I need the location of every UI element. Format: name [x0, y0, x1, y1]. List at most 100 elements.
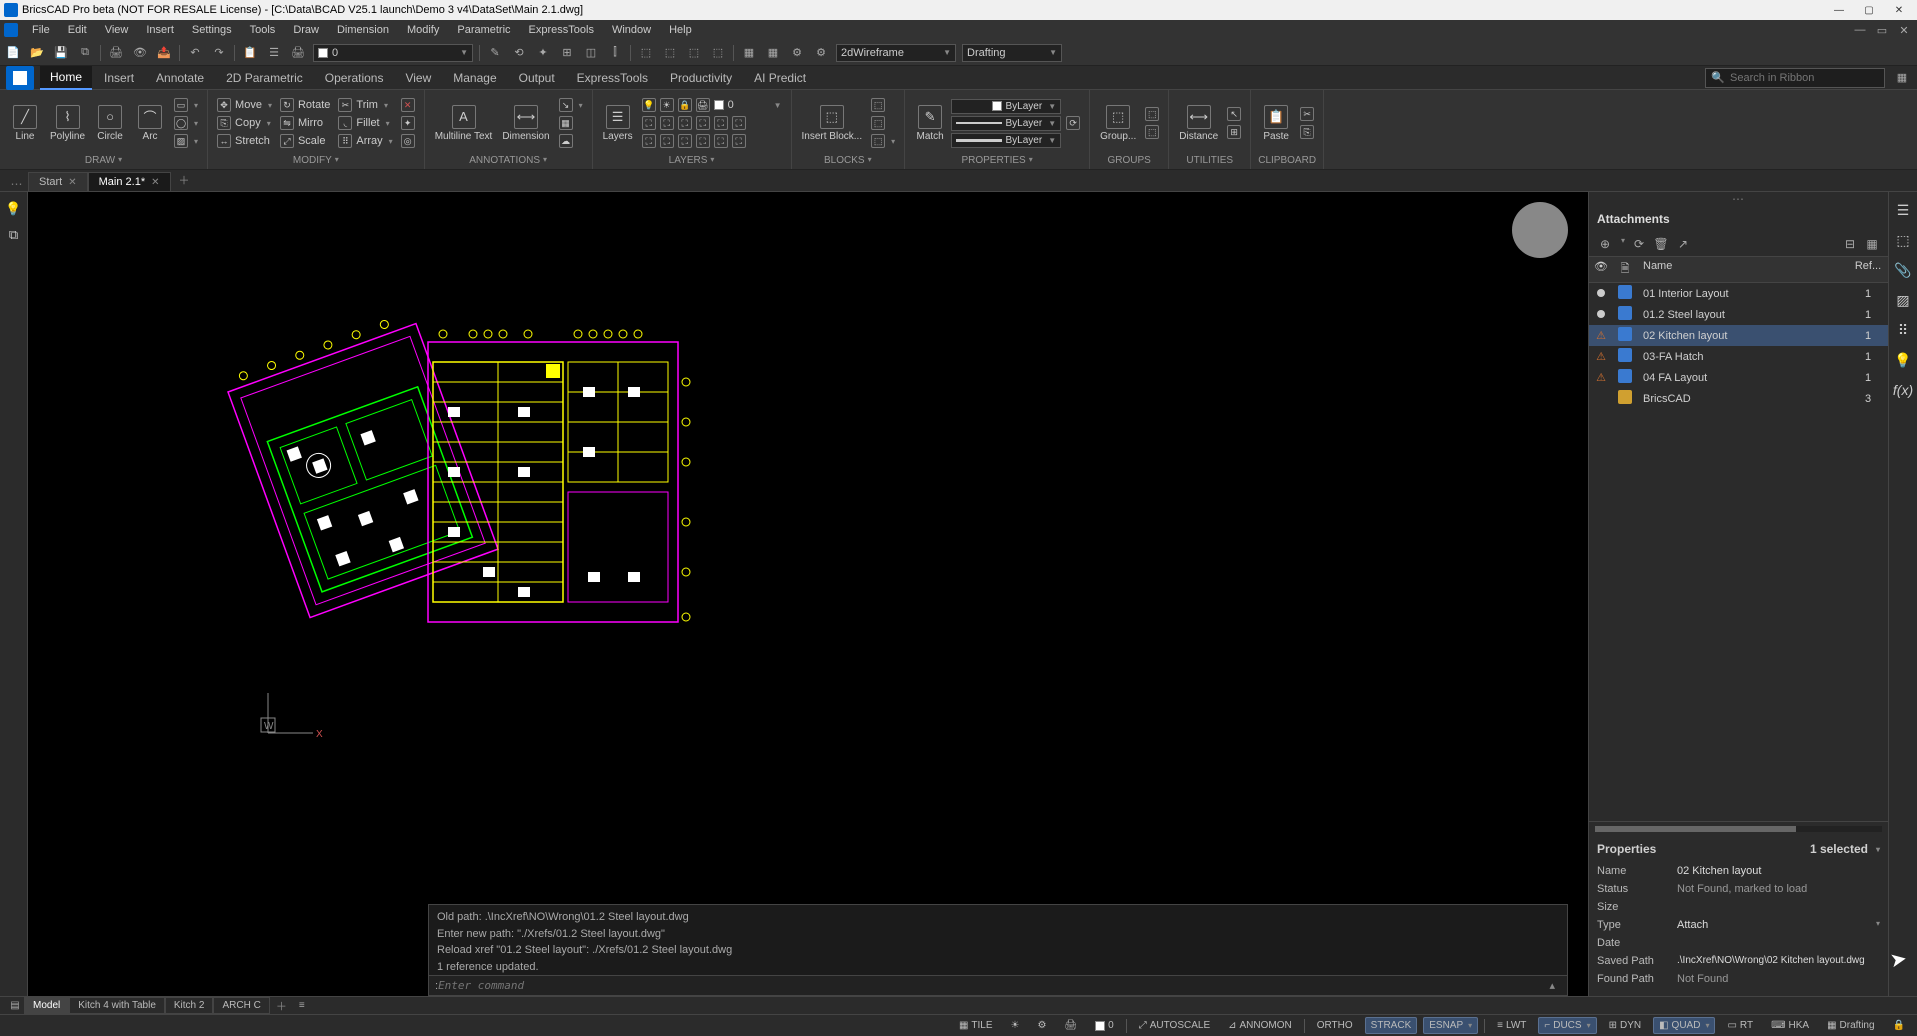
- layer-t2-icon[interactable]: ⛶: [660, 116, 674, 130]
- tips-icon[interactable]: 💡: [5, 200, 23, 218]
- move-button[interactable]: ✥Move▾: [214, 97, 275, 113]
- doctab-main[interactable]: Main 2.1*✕: [88, 172, 171, 191]
- rotate-button[interactable]: ↻Rotate: [277, 97, 333, 113]
- save-icon[interactable]: 💾: [52, 44, 70, 62]
- leader-button[interactable]: ↘▾: [556, 97, 586, 113]
- menu-draw[interactable]: Draw: [285, 22, 327, 38]
- block-t3[interactable]: ⬚▾: [868, 133, 898, 149]
- layout-model[interactable]: Model: [24, 997, 69, 1014]
- block-t1[interactable]: ⬚: [868, 97, 898, 113]
- panels-icon[interactable]: ☰: [1893, 200, 1913, 220]
- table2-icon[interactable]: ▦: [764, 44, 782, 62]
- menu-settings[interactable]: Settings: [184, 22, 240, 38]
- tab-manage[interactable]: Manage: [443, 67, 506, 89]
- group-t1[interactable]: ⬚: [1142, 106, 1162, 122]
- prop-name-value[interactable]: 02 Kitchen layout: [1677, 865, 1880, 877]
- app-menu-icon[interactable]: [4, 23, 18, 37]
- menu-edit[interactable]: Edit: [60, 22, 95, 38]
- attach-reload-icon[interactable]: ⟳: [1631, 236, 1647, 252]
- cube2-icon[interactable]: ⬚: [661, 44, 679, 62]
- drag-handle-icon[interactable]: ⋯: [11, 177, 24, 191]
- scale-button[interactable]: ⤢Scale: [277, 133, 333, 149]
- attachment-row[interactable]: 01.2 Steel layout1: [1589, 304, 1888, 325]
- layout-archc[interactable]: ARCH C: [213, 997, 269, 1014]
- cube3-icon[interactable]: ⬚: [685, 44, 703, 62]
- layout-add-button[interactable]: ＋: [270, 996, 293, 1016]
- ellipse-button[interactable]: ◯▾: [171, 115, 201, 131]
- print-preview-icon[interactable]: 👁: [131, 44, 149, 62]
- arc-button[interactable]: ⌒Arc: [131, 103, 169, 144]
- mirror-button[interactable]: ⇋Mirro: [277, 115, 333, 131]
- layer-t10-icon[interactable]: ⛶: [696, 134, 710, 148]
- quick-layer-combo[interactable]: 0 ▼: [313, 44, 473, 62]
- layer-t1-icon[interactable]: ⛶: [642, 116, 656, 130]
- attachments-hscroll[interactable]: [1595, 826, 1882, 832]
- layer-t11-icon[interactable]: ⛶: [714, 134, 728, 148]
- layer-t8-icon[interactable]: ⛶: [660, 134, 674, 148]
- stretch-button[interactable]: ↔Stretch: [214, 133, 275, 149]
- attach-side-icon[interactable]: 📎: [1893, 260, 1913, 280]
- menu-dimension[interactable]: Dimension: [329, 22, 397, 38]
- sb-dyn[interactable]: ⊞DYN: [1603, 1017, 1648, 1034]
- tab-2d-parametric[interactable]: 2D Parametric: [216, 67, 313, 89]
- viewstyle-combo[interactable]: 2dWireframe ▼: [836, 44, 956, 62]
- mtext-button[interactable]: AMultiline Text: [431, 103, 497, 144]
- attachment-row[interactable]: BricsCAD3: [1589, 388, 1888, 409]
- layout-menu-icon[interactable]: ▤: [6, 997, 24, 1015]
- layer-t9-icon[interactable]: ⛶: [678, 134, 692, 148]
- close-tab-icon[interactable]: ✕: [68, 177, 76, 188]
- paste-button[interactable]: 📋Paste: [1257, 103, 1295, 144]
- tool-icon-4[interactable]: ⊞: [558, 44, 576, 62]
- polyline-button[interactable]: ⌇Polyline: [46, 103, 89, 144]
- group-t2[interactable]: ⬚: [1142, 124, 1162, 140]
- distance-button[interactable]: ⟷Distance: [1175, 103, 1222, 144]
- layout-kitch2[interactable]: Kitch 2: [165, 997, 214, 1014]
- tab-output[interactable]: Output: [509, 67, 565, 89]
- lineweight-combo[interactable]: ByLayer▼: [951, 133, 1061, 148]
- block-t2[interactable]: ⬚: [868, 115, 898, 131]
- open-icon[interactable]: 📂: [28, 44, 46, 62]
- fillet-button[interactable]: ◟Fillet▾: [335, 115, 395, 131]
- insert-block-button[interactable]: ⬚Insert Block...: [798, 103, 867, 144]
- match-button[interactable]: ✎Match: [911, 103, 949, 144]
- erase-button[interactable]: ✕: [398, 97, 418, 113]
- sb-print[interactable]: 🖨: [1058, 1017, 1083, 1034]
- workspace-combo[interactable]: Drafting ▼: [962, 44, 1062, 62]
- hatch-button[interactable]: ▨▾: [171, 133, 201, 149]
- tool-icon-3[interactable]: ✦: [534, 44, 552, 62]
- print-icon[interactable]: 🖨: [107, 44, 125, 62]
- structure-icon[interactable]: ⧉: [5, 226, 23, 244]
- panel-grip-icon[interactable]: ⋯: [1732, 192, 1745, 206]
- menu-insert[interactable]: Insert: [138, 22, 182, 38]
- viewcube-icon[interactable]: [1512, 202, 1568, 258]
- app-button[interactable]: [6, 66, 34, 90]
- tab-operations[interactable]: Operations: [315, 67, 394, 89]
- attachment-row[interactable]: ⚠04 FA Layout1: [1589, 367, 1888, 388]
- mdi-close-icon[interactable]: ✕: [1895, 21, 1913, 39]
- redo-icon[interactable]: ↷: [210, 44, 228, 62]
- tab-expresstools[interactable]: ExpressTools: [567, 67, 658, 89]
- clipboard-icon[interactable]: 📋: [241, 44, 259, 62]
- dimension-button[interactable]: ⟷Dimension: [498, 103, 553, 144]
- maximize-button[interactable]: ▢: [1855, 1, 1883, 19]
- chevron-down-icon[interactable]: ▾: [710, 155, 714, 166]
- attach-list-icon[interactable]: ▦: [1864, 236, 1880, 252]
- attach-delete-icon[interactable]: 🗑: [1653, 236, 1669, 252]
- layout-kitch4[interactable]: Kitch 4 with Table: [69, 997, 165, 1014]
- sb-sun[interactable]: ☀: [1005, 1017, 1026, 1034]
- tool-icon-6[interactable]: ⫿: [606, 44, 624, 62]
- explode-button[interactable]: ✦: [398, 115, 418, 131]
- table-icon[interactable]: ▦: [740, 44, 758, 62]
- gear-icon[interactable]: ⚙: [788, 44, 806, 62]
- sb-lock[interactable]: 🔒: [1887, 1017, 1911, 1034]
- undo-icon[interactable]: ↶: [186, 44, 204, 62]
- group-button[interactable]: ⬚Group...: [1096, 103, 1140, 144]
- layers-button[interactable]: ☰Layers: [599, 103, 637, 144]
- sb-strack[interactable]: STRACK: [1365, 1017, 1418, 1034]
- doctab-start[interactable]: Start✕: [28, 172, 88, 191]
- sb-gear[interactable]: ⚙: [1031, 1017, 1052, 1034]
- layer-t5-icon[interactable]: ⛶: [714, 116, 728, 130]
- menu-file[interactable]: File: [24, 22, 58, 38]
- chevron-down-icon[interactable]: ▾: [1876, 845, 1880, 854]
- sb-tile[interactable]: ▦TILE: [953, 1017, 999, 1034]
